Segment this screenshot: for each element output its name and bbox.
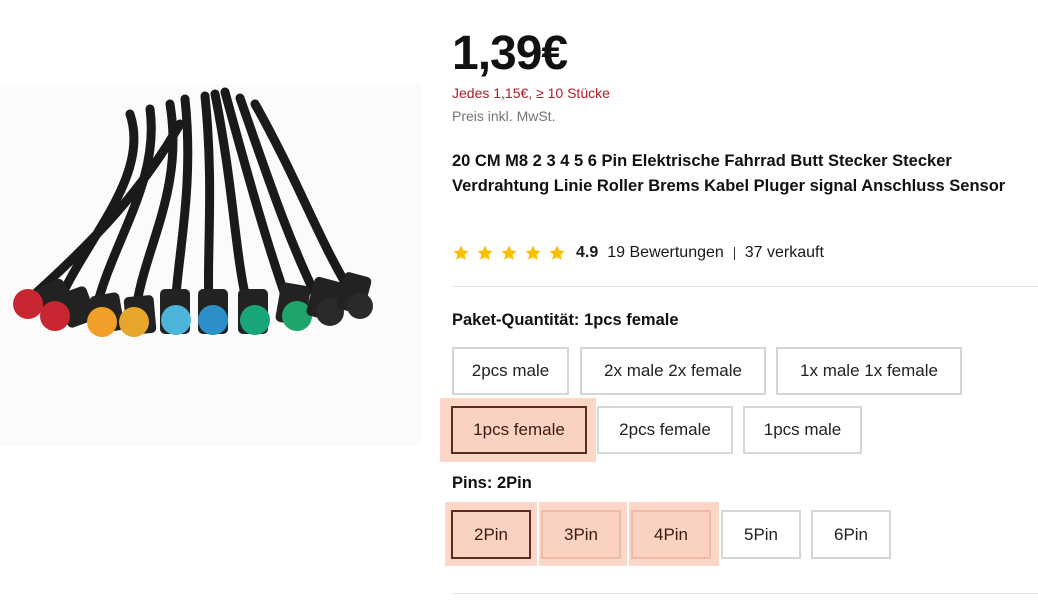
vat-note: Preis inkl. MwSt. bbox=[452, 108, 556, 124]
package-selected-value: 1pcs female bbox=[584, 311, 679, 329]
option-4pin[interactable]: 4Pin bbox=[631, 510, 711, 559]
package-label-text: Paket-Quantität: bbox=[452, 311, 580, 329]
option-2pin[interactable]: 2Pin bbox=[451, 510, 531, 559]
sold-count: 37 verkauft bbox=[744, 244, 824, 261]
pins-selected-value: 2Pin bbox=[496, 474, 532, 492]
option-1x-male-1x-female[interactable]: 1x male 1x female bbox=[776, 347, 962, 395]
option-6pin[interactable]: 6Pin bbox=[811, 510, 891, 559]
option-2x-male-2x-female[interactable]: 2x male 2x female bbox=[580, 347, 766, 395]
package-label: Paket-Quantität: 1pcs female bbox=[452, 311, 679, 330]
star-icon bbox=[453, 245, 469, 260]
divider bbox=[452, 593, 1038, 594]
star-icon bbox=[525, 245, 541, 260]
star-icon bbox=[549, 245, 565, 260]
product-title: 20 CM M8 2 3 4 5 6 Pin Elektrische Fahrr… bbox=[452, 152, 1006, 195]
cable-connectors-photo bbox=[13, 87, 373, 337]
divider bbox=[452, 286, 1038, 287]
rating-row[interactable]: 4.9 19 Bewertungen 37 verkauft bbox=[452, 242, 824, 264]
reviews-link[interactable]: 19 Bewertungen bbox=[607, 244, 724, 262]
pins-label: Pins: 2Pin bbox=[452, 474, 532, 493]
option-3pin[interactable]: 3Pin bbox=[541, 510, 621, 559]
option-1pcs-female[interactable]: 1pcs female bbox=[451, 406, 587, 454]
bulk-price: Jedes 1,15€, ≥ 10 Stücke bbox=[452, 85, 610, 101]
separator bbox=[733, 246, 735, 260]
product-image[interactable] bbox=[0, 84, 421, 446]
star-rating bbox=[452, 244, 566, 262]
star-icon bbox=[477, 245, 493, 260]
option-2pcs-female[interactable]: 2pcs female bbox=[597, 406, 733, 454]
option-5pin[interactable]: 5Pin bbox=[721, 510, 801, 559]
pins-label-text: Pins: bbox=[452, 474, 493, 492]
option-2pcs-male[interactable]: 2pcs male bbox=[452, 347, 569, 395]
price: 1,39€ bbox=[452, 27, 568, 80]
rating-score: 4.9 bbox=[576, 244, 599, 261]
option-1pcs-male[interactable]: 1pcs male bbox=[743, 406, 862, 454]
star-icon bbox=[501, 245, 517, 260]
